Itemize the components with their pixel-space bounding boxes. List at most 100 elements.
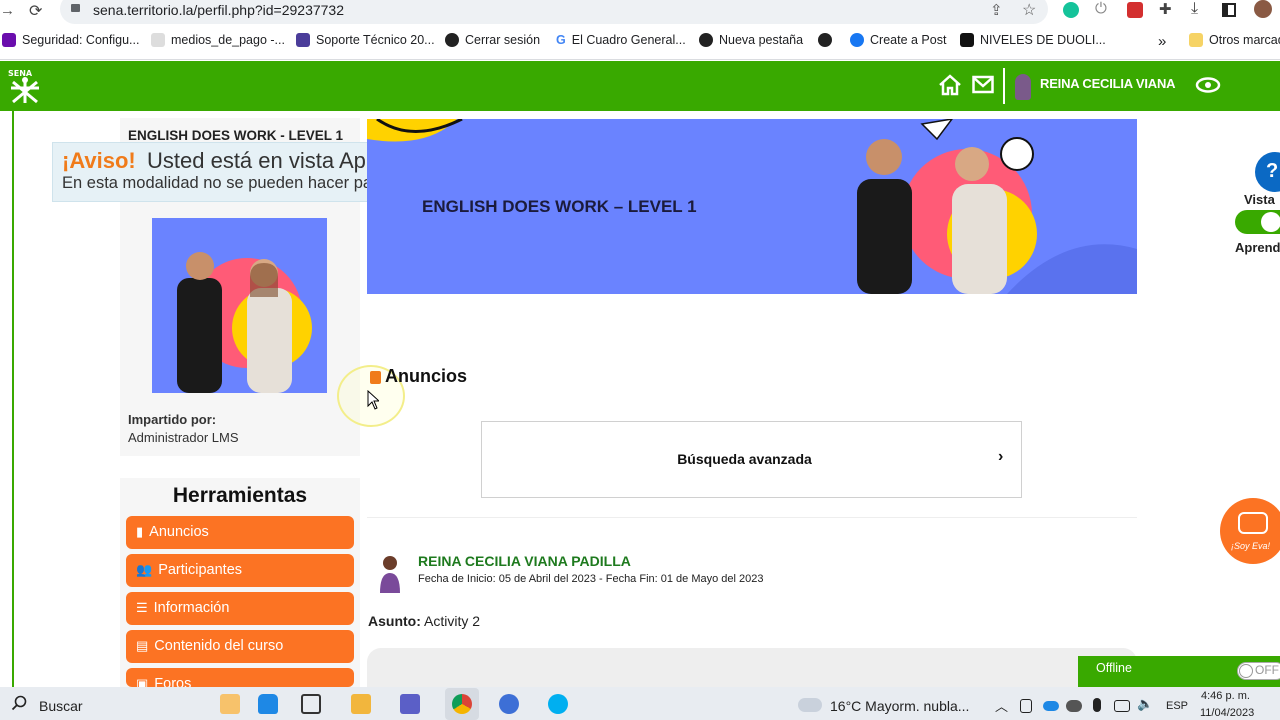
chevron-up-icon[interactable]: ︿ bbox=[995, 696, 1008, 715]
toggle-knob[interactable] bbox=[1261, 212, 1280, 232]
teams-icon[interactable] bbox=[400, 694, 420, 714]
offline-toggle-knob[interactable] bbox=[1239, 664, 1253, 678]
offline-label: Offline bbox=[1096, 661, 1132, 675]
clock-time[interactable]: 4:46 p. m. bbox=[1201, 690, 1250, 702]
view-mode-label: Vista bbox=[1244, 192, 1275, 207]
bookmark-item[interactable]: Create a Post bbox=[850, 33, 946, 47]
home-icon[interactable] bbox=[937, 73, 963, 102]
bookmark-label: El Cuadro General... bbox=[571, 33, 686, 47]
bookmark-item[interactable]: Soporte Técnico 20... bbox=[296, 33, 435, 47]
profile-avatar[interactable] bbox=[1254, 0, 1272, 18]
forward-icon[interactable]: → bbox=[0, 2, 15, 19]
forum-icon: ▣ bbox=[136, 676, 149, 687]
other-bookmarks-folder[interactable]: Otros marcad bbox=[1189, 33, 1280, 47]
taskbar-widget-icon[interactable] bbox=[220, 694, 240, 714]
instructor-name: Administrador LMS bbox=[128, 430, 239, 445]
file-explorer-icon[interactable] bbox=[351, 694, 371, 714]
notice-title: ¡Aviso! bbox=[62, 148, 136, 173]
lock-icon[interactable] bbox=[71, 4, 80, 12]
course-title: ENGLISH DOES WORK - LEVEL 1 bbox=[128, 128, 344, 143]
eva-bot-icon[interactable] bbox=[1238, 512, 1268, 534]
sena-logo[interactable]: SENA bbox=[5, 66, 45, 106]
bookmark-label: Seguridad: Configu... bbox=[22, 33, 140, 47]
instructor-label: Impartido por: bbox=[128, 412, 217, 427]
sidepanel-icon[interactable] bbox=[1222, 3, 1236, 17]
cloud-icon bbox=[798, 698, 822, 712]
clock-date[interactable]: 11/04/2023 bbox=[1200, 707, 1254, 719]
network-icon[interactable] bbox=[1114, 700, 1130, 712]
mouse-cursor-icon bbox=[367, 389, 381, 415]
grammarly-icon[interactable] bbox=[1063, 2, 1079, 18]
microphone-icon[interactable] bbox=[1093, 698, 1101, 712]
post-author[interactable]: REINA CECILIA VIANA PADILLA bbox=[418, 553, 631, 569]
advanced-search-label[interactable]: Búsqueda avanzada bbox=[481, 451, 1008, 467]
tool-foros[interactable]: ▣ Foros bbox=[126, 668, 354, 687]
tool-label: Contenido del curso bbox=[154, 638, 284, 654]
announcements-heading: Anuncios bbox=[385, 366, 468, 386]
bookmark-item[interactable]: G El Cuadro General... bbox=[556, 33, 686, 47]
banner-title: ENGLISH DOES WORK – LEVEL 1 bbox=[422, 197, 697, 216]
share-icon[interactable]: ⇪ bbox=[990, 1, 1003, 19]
offline-toggle-text[interactable]: OFF bbox=[1255, 663, 1279, 677]
user-name[interactable]: REINA CECILIA VIANA bbox=[1040, 76, 1176, 91]
language-indicator[interactable]: ESP bbox=[1166, 700, 1188, 712]
user-avatar[interactable] bbox=[1015, 74, 1031, 100]
globe-icon bbox=[699, 33, 713, 47]
app-icon[interactable] bbox=[499, 694, 519, 714]
announcement-icon bbox=[370, 371, 381, 384]
task-view-icon[interactable] bbox=[301, 694, 321, 714]
bookmark-label: medios_de_pago -... bbox=[171, 33, 285, 47]
question-icon[interactable]: ? bbox=[1266, 160, 1278, 183]
svg-text:SENA: SENA bbox=[8, 69, 33, 78]
course-image bbox=[152, 218, 327, 393]
tablet-icon[interactable] bbox=[1020, 699, 1032, 713]
power-icon[interactable]: ⏻ bbox=[1095, 0, 1107, 17]
chrome-icon[interactable] bbox=[452, 694, 472, 714]
puzzle-icon[interactable]: ✚ bbox=[1159, 0, 1172, 18]
eye-icon[interactable] bbox=[1195, 76, 1221, 99]
onedrive-icon[interactable] bbox=[1043, 701, 1059, 711]
star-icon[interactable]: ☆ bbox=[1022, 0, 1036, 20]
bookmark-label: Cerrar sesión bbox=[465, 33, 541, 47]
header-divider bbox=[1003, 68, 1005, 104]
chevron-right-icon[interactable]: › bbox=[998, 448, 1003, 466]
google-icon: G bbox=[556, 33, 566, 47]
search-icon[interactable] bbox=[11, 695, 27, 716]
store-icon[interactable] bbox=[258, 694, 278, 714]
tool-anuncios[interactable]: ▮ Anuncios bbox=[126, 516, 354, 549]
bookmark-item[interactable]: Seguridad: Configu... bbox=[2, 33, 139, 47]
taskbar bbox=[0, 687, 1280, 720]
tool-contenido[interactable]: ▤ Contenido del curso bbox=[126, 630, 354, 663]
taskbar-search[interactable]: Buscar bbox=[39, 698, 83, 714]
reload-icon[interactable]: ⟳ bbox=[29, 1, 42, 21]
bookmark-item[interactable]: medios_de_pago -... bbox=[151, 33, 285, 47]
subject-label: Asunto: bbox=[368, 613, 421, 629]
tools-title: Herramientas bbox=[172, 484, 308, 507]
volume-icon[interactable]: 🔈 bbox=[1137, 696, 1153, 712]
skype-icon[interactable] bbox=[548, 694, 568, 714]
users-icon: 👥 bbox=[136, 562, 153, 577]
mail-icon[interactable] bbox=[972, 75, 994, 100]
globe-icon bbox=[445, 33, 459, 47]
extension-red-icon[interactable] bbox=[1127, 2, 1143, 18]
bookmark-item[interactable]: NIVELES DE DUOLI... bbox=[960, 33, 1106, 47]
facebook-icon bbox=[850, 33, 864, 47]
bookmark-item[interactable] bbox=[818, 33, 832, 47]
tool-informacion[interactable]: ☰ Información bbox=[126, 592, 354, 625]
cloud-sync-icon[interactable] bbox=[1066, 700, 1082, 712]
weather-widget[interactable]: 16°C Mayorm. nubla... bbox=[830, 698, 969, 714]
tool-participantes[interactable]: 👥 Participantes bbox=[126, 554, 354, 587]
bookmark-item[interactable]: Cerrar sesión bbox=[445, 33, 540, 47]
subject-value: Activity 2 bbox=[424, 613, 481, 629]
tool-label: Anuncios bbox=[149, 524, 209, 540]
yahoo-icon bbox=[2, 33, 16, 47]
bookmark-site-icon bbox=[151, 33, 165, 47]
bookmark-label: Soporte Técnico 20... bbox=[316, 33, 435, 47]
url-text[interactable]: sena.territorio.la/perfil.php?id=2923773… bbox=[93, 2, 344, 18]
download-icon[interactable]: ⤓ bbox=[1191, 0, 1198, 18]
post-subject: Asunto: Activity 2 bbox=[368, 613, 480, 629]
eva-label[interactable]: ¡Soy Eva! bbox=[1231, 541, 1270, 551]
bookmarks-more-button[interactable]: » bbox=[1158, 33, 1166, 50]
bookmark-item[interactable]: Nueva pestaña bbox=[699, 33, 803, 47]
bookmark-label: Otros marcad bbox=[1209, 33, 1280, 47]
